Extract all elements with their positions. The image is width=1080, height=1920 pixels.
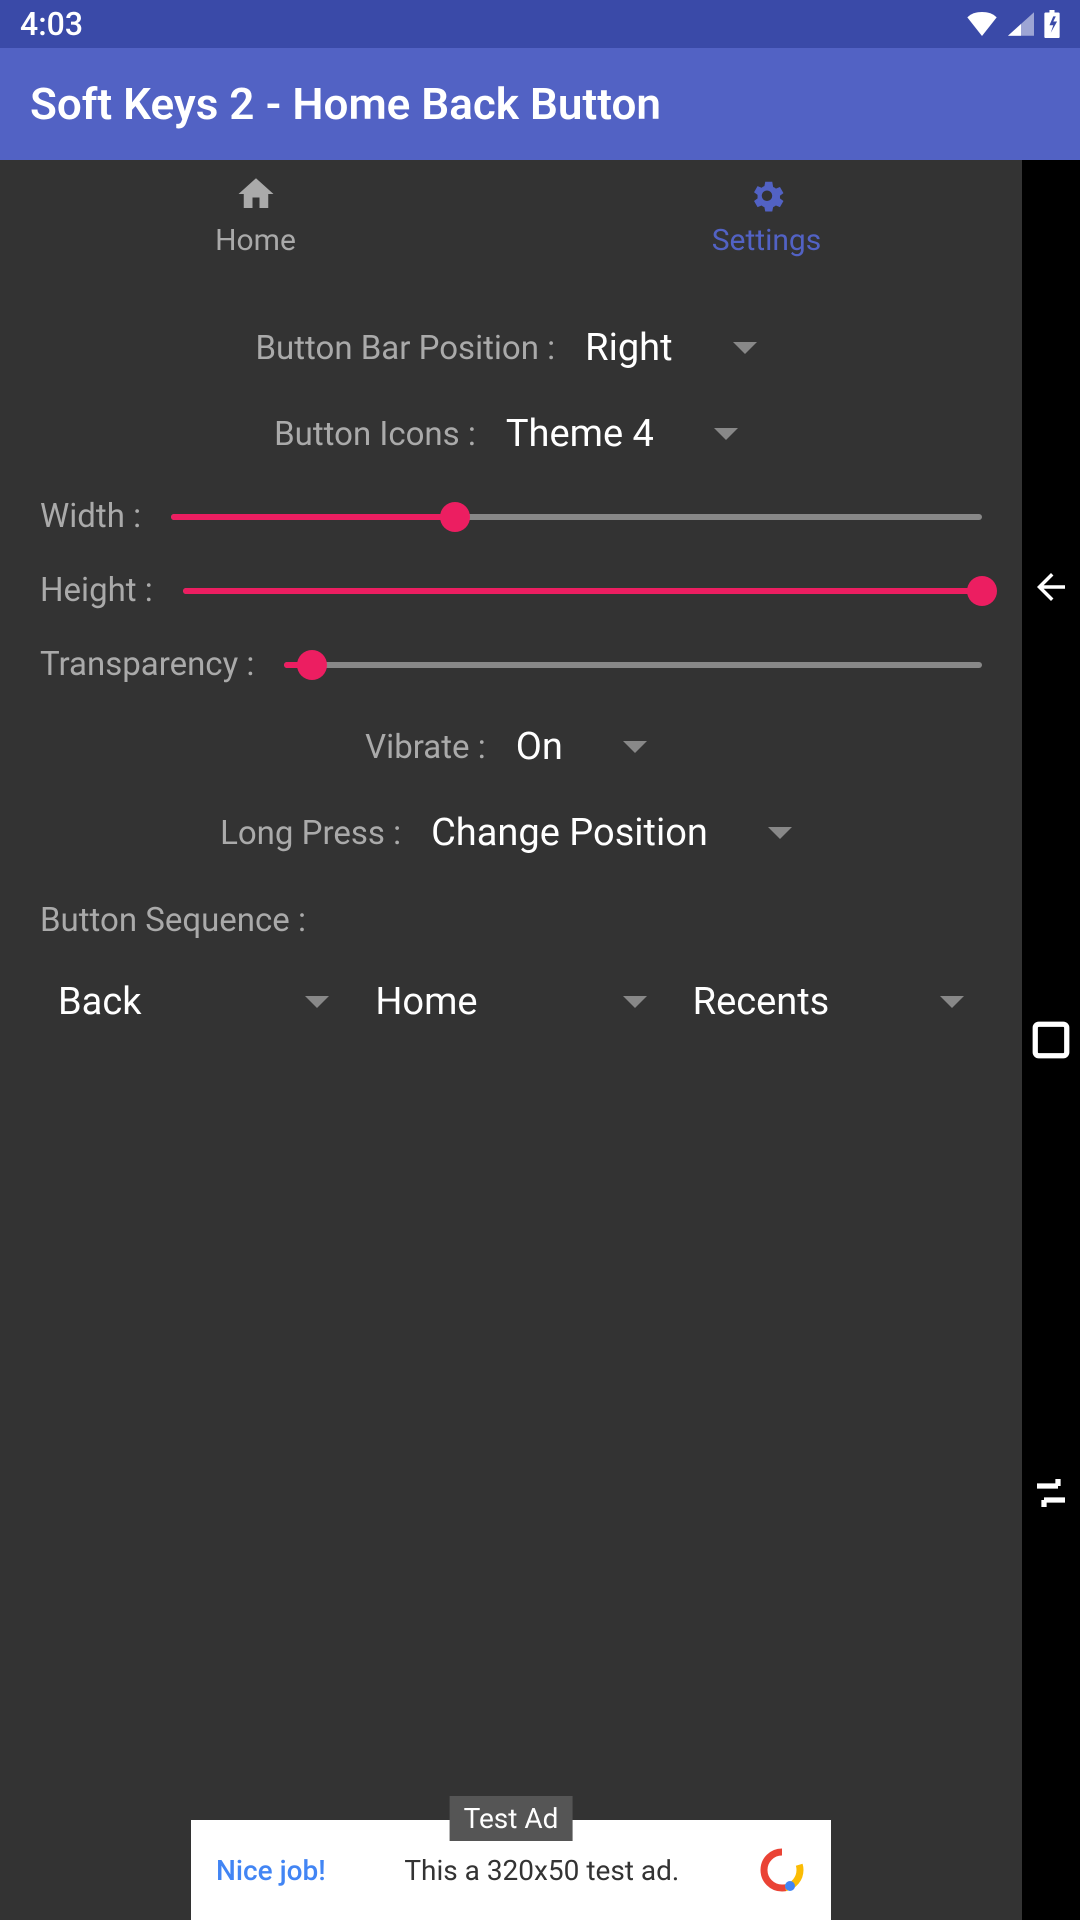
battery-icon bbox=[1044, 10, 1060, 38]
long-press-value: Change Position bbox=[431, 811, 708, 855]
sequence-dropdown-3[interactable]: Recents bbox=[675, 970, 982, 1034]
button-bar-position-dropdown[interactable]: Right bbox=[575, 320, 766, 376]
button-sequence-row: Back Home Recents bbox=[40, 970, 982, 1034]
main-content: Home Settings Button Bar Position : Righ… bbox=[0, 160, 1022, 1920]
setting-button-bar-position: Button Bar Position : Right bbox=[40, 320, 982, 376]
setting-transparency: Transparency : bbox=[40, 645, 982, 684]
long-press-dropdown[interactable]: Change Position bbox=[421, 805, 802, 861]
sequence-value-2: Home bbox=[375, 980, 477, 1024]
floating-button-bar[interactable] bbox=[1022, 160, 1080, 1920]
chevron-down-icon bbox=[305, 996, 329, 1008]
recents-icon[interactable] bbox=[1030, 1472, 1072, 1514]
button-bar-position-value: Right bbox=[585, 326, 672, 370]
height-slider[interactable] bbox=[183, 588, 982, 594]
settings-section: Button Bar Position : Right Button Icons… bbox=[0, 270, 1022, 1054]
status-time: 4:03 bbox=[20, 5, 83, 43]
vibrate-label: Vibrate : bbox=[365, 728, 486, 767]
ad-left-text: Nice job! bbox=[216, 1854, 326, 1887]
button-icons-label: Button Icons : bbox=[274, 415, 476, 454]
button-bar-position-label: Button Bar Position : bbox=[255, 329, 555, 368]
button-sequence-label: Button Sequence : bbox=[40, 901, 982, 940]
back-icon[interactable] bbox=[1030, 566, 1072, 608]
chevron-down-icon bbox=[714, 428, 738, 440]
chevron-down-icon bbox=[768, 827, 792, 839]
tab-home-label: Home bbox=[215, 223, 296, 258]
button-icons-value: Theme 4 bbox=[506, 412, 654, 456]
app-bar: Soft Keys 2 - Home Back Button bbox=[0, 48, 1080, 160]
chevron-down-icon bbox=[733, 342, 757, 354]
status-icons bbox=[966, 10, 1060, 38]
setting-vibrate: Vibrate : On bbox=[40, 719, 982, 775]
width-slider[interactable] bbox=[171, 514, 982, 520]
vibrate-dropdown[interactable]: On bbox=[506, 719, 657, 775]
sequence-dropdown-2[interactable]: Home bbox=[357, 970, 664, 1034]
setting-long-press: Long Press : Change Position bbox=[40, 805, 982, 861]
tab-home[interactable]: Home bbox=[0, 160, 511, 270]
tab-settings[interactable]: Settings bbox=[511, 160, 1022, 270]
chevron-down-icon bbox=[940, 996, 964, 1008]
sequence-dropdown-1[interactable]: Back bbox=[40, 970, 347, 1034]
setting-width: Width : bbox=[40, 497, 982, 536]
status-bar: 4:03 bbox=[0, 0, 1080, 48]
chevron-down-icon bbox=[623, 741, 647, 753]
home-square-icon[interactable] bbox=[1030, 1019, 1072, 1061]
ad-logo-icon bbox=[758, 1846, 806, 1894]
width-label: Width : bbox=[40, 497, 141, 536]
height-label: Height : bbox=[40, 571, 153, 610]
home-icon bbox=[235, 173, 277, 215]
setting-height: Height : bbox=[40, 571, 982, 610]
app-title: Soft Keys 2 - Home Back Button bbox=[30, 78, 661, 130]
ad-badge: Test Ad bbox=[450, 1796, 573, 1841]
button-icons-dropdown[interactable]: Theme 4 bbox=[496, 406, 748, 462]
tab-settings-label: Settings bbox=[712, 223, 822, 258]
transparency-slider[interactable] bbox=[284, 662, 982, 668]
vibrate-value: On bbox=[516, 725, 563, 769]
signal-icon bbox=[1008, 12, 1034, 36]
ad-center-text: This a 320x50 test ad. bbox=[404, 1854, 679, 1887]
sequence-value-3: Recents bbox=[693, 980, 830, 1024]
chevron-down-icon bbox=[623, 996, 647, 1008]
ad-banner[interactable]: Test Ad Nice job! This a 320x50 test ad. bbox=[191, 1820, 831, 1920]
sequence-value-1: Back bbox=[58, 980, 142, 1024]
long-press-label: Long Press : bbox=[220, 814, 401, 853]
setting-button-icons: Button Icons : Theme 4 bbox=[40, 406, 982, 462]
wifi-icon bbox=[966, 12, 998, 36]
transparency-label: Transparency : bbox=[40, 645, 254, 684]
gear-icon bbox=[746, 173, 788, 215]
tabs: Home Settings bbox=[0, 160, 1022, 270]
